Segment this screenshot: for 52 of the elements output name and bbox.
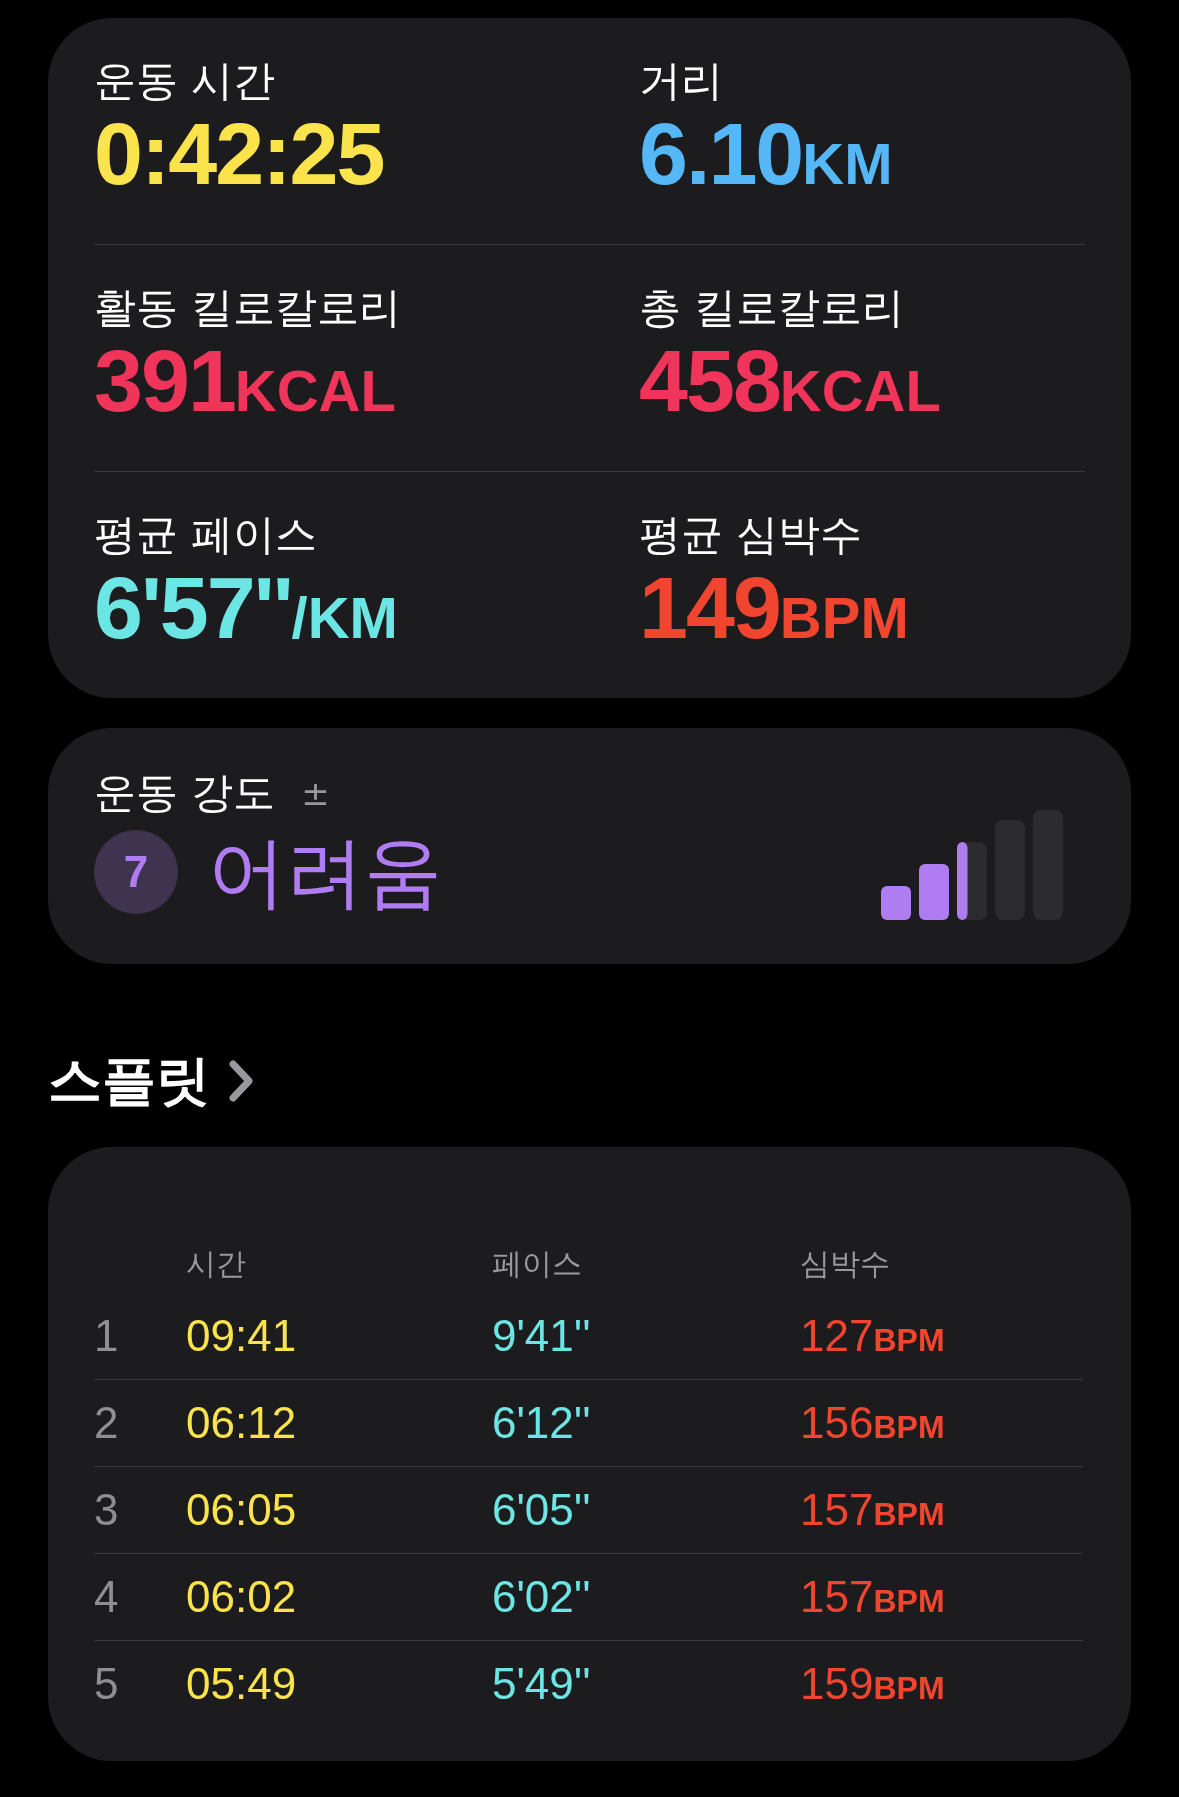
split-time: 09:41 [186,1311,298,1361]
metric-label: 거리 [639,56,724,106]
split-number: 1 [94,1311,120,1361]
effort-score: 7 [94,830,178,914]
split-time: 06:02 [186,1572,298,1622]
heart-rate-unit: BPM [873,1409,945,1446]
chevron-right-icon[interactable] [228,1060,254,1102]
split-pace: 6'12'' [492,1398,592,1448]
metric-label: 평균 심박수 [639,510,864,560]
heart-rate-unit: BPM [873,1670,945,1707]
section-title[interactable]: 스플릿 [48,1044,210,1118]
metric-label: 평균 페이스 [94,510,319,560]
split-heart-rate: 157 [800,1485,874,1535]
metric-value: 149 [639,560,780,656]
heart-rate-unit: BPM [873,1583,945,1620]
split-number: 5 [94,1659,120,1709]
metric-value: 391 [94,333,235,429]
split-heart-rate: 159 [800,1659,874,1709]
split-pace: 6'02'' [492,1572,592,1622]
metric-value: 0:42:25 [94,106,384,202]
heart-rate-unit: BPM [873,1496,945,1533]
split-heart-rate: 156 [800,1398,874,1448]
split-number: 4 [94,1572,120,1622]
metric-unit: KCAL [779,358,941,424]
split-time: 06:12 [186,1398,298,1448]
metric-unit: /KM [291,585,398,651]
split-time: 05:49 [186,1659,298,1709]
metric-value: 458 [639,333,780,429]
split-pace: 6'05'' [492,1485,592,1535]
split-number: 3 [94,1485,120,1535]
column-header: 페이스 [492,1245,583,1283]
metric-unit: KCAL [234,358,396,424]
heart-rate-unit: BPM [873,1322,945,1359]
column-header: 시간 [186,1245,247,1283]
split-time: 06:05 [186,1485,298,1535]
column-header: 심박수 [800,1245,891,1283]
metric-label: 운동 시간 [94,56,277,106]
metric-unit: KM [802,130,893,197]
effort-card[interactable]: 운동 강도 ± 7 어려움 [48,728,1131,964]
split-heart-rate: 127 [800,1311,874,1361]
metric-unit: BPM [779,584,909,651]
metric-value: 6.10 [639,106,803,202]
adjust-icon[interactable]: ± [301,773,330,813]
effort-label: 운동 강도 [94,768,276,818]
effort-rating: 어려움 [208,826,442,919]
split-heart-rate: 157 [800,1572,874,1622]
split-number: 2 [94,1398,120,1448]
metric-value: 6'57'' [94,560,292,656]
metric-label: 활동 킬로칼로리 [94,283,403,333]
metric-label: 총 킬로칼로리 [639,283,906,333]
split-pace: 9'41'' [492,1311,592,1361]
split-pace: 5'49'' [492,1659,592,1709]
